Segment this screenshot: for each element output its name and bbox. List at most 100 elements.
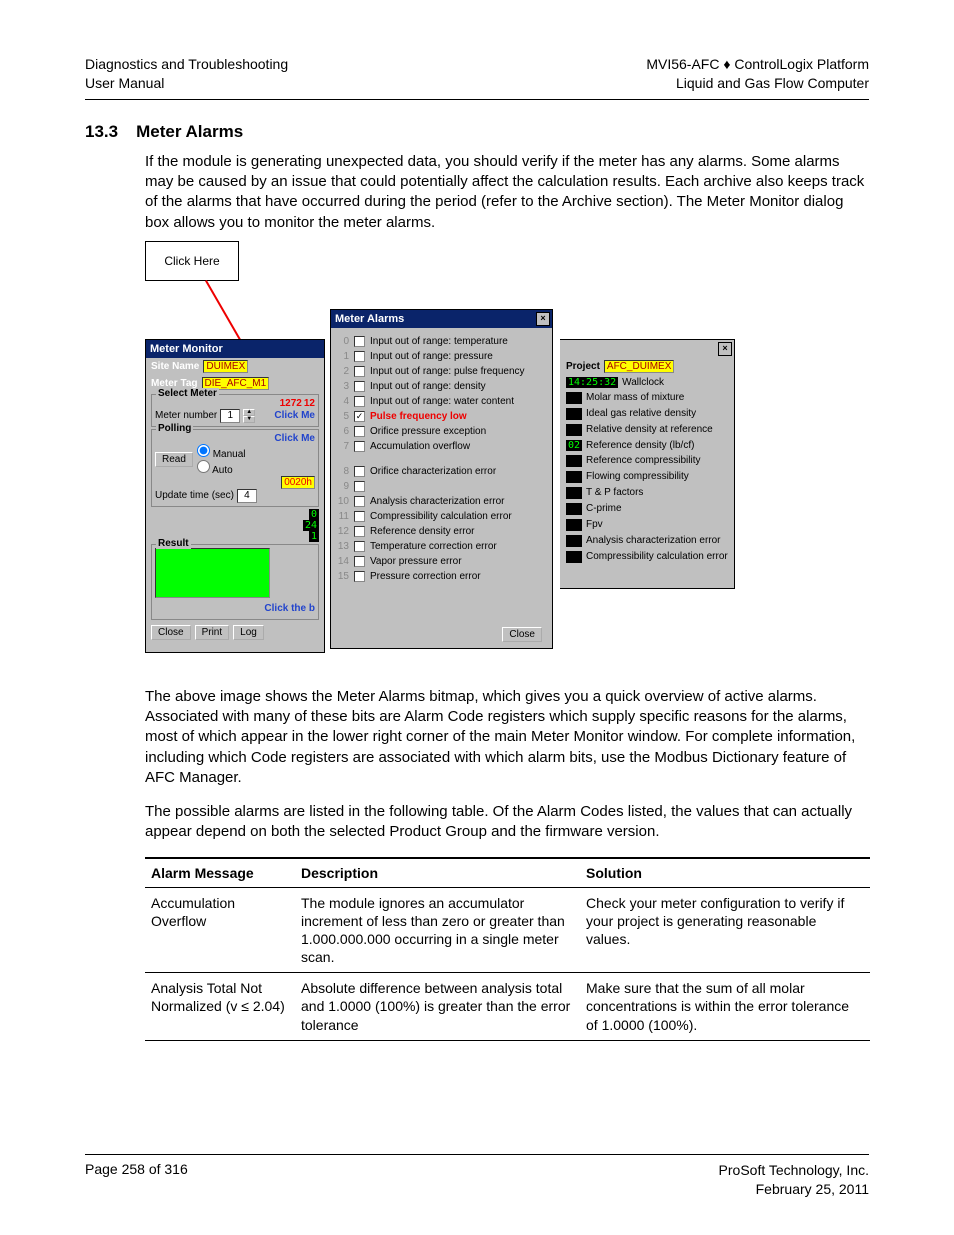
site-name-label: Site Name (151, 361, 199, 372)
project-label: Project (566, 361, 600, 372)
alarm-checkbox[interactable] (354, 481, 365, 492)
alarm-row-2: 2 Input out of range: pulse frequency (337, 364, 546, 379)
alarm-row-10: 10 Analysis characterization error (337, 494, 546, 509)
alarm-row-4: 4 Input out of range: water content (337, 394, 546, 409)
page-header: Diagnostics and Troubleshooting User Man… (85, 55, 869, 100)
alarm-checkbox[interactable] (354, 541, 365, 552)
section-number: 13.3 (85, 122, 118, 142)
alarm-text: Temperature correction error (370, 541, 546, 552)
click-me-1[interactable]: Click Me (274, 410, 315, 421)
cell-msg: Accumulation Overflow (145, 887, 295, 973)
auto-radio[interactable] (197, 460, 210, 473)
alarm-row-6: 6 Orifice pressure exception (337, 424, 546, 439)
black-box-icon (566, 503, 582, 515)
reg-12: 12 (304, 398, 315, 409)
mm-close-button[interactable]: Close (151, 625, 191, 640)
meter-number-input[interactable]: 1 (220, 409, 240, 423)
alarm-row-15: 15 Pressure correction error (337, 569, 546, 584)
alarm-text: Vapor pressure error (370, 556, 546, 567)
proj-item: Reference compressibility (560, 453, 734, 469)
black-box-icon (566, 424, 582, 436)
hex-0020: 0020h (281, 476, 315, 489)
click-me-2[interactable]: Click Me (274, 433, 315, 444)
table-row: Accumulation Overflow The module ignores… (145, 887, 870, 973)
alarm-checkbox[interactable] (354, 366, 365, 377)
project-value: AFC_DUIMEX (604, 360, 674, 373)
alarm-num: 15 (337, 571, 349, 582)
result-box (155, 548, 270, 598)
mm-print-button[interactable]: Print (195, 625, 230, 640)
proj-item: Fpv (560, 517, 734, 533)
alarm-checkbox[interactable] (354, 511, 365, 522)
alarm-table: Alarm Message Description Solution Accum… (145, 857, 870, 1041)
alarm-text: Input out of range: density (370, 381, 546, 392)
meter-monitor-title: Meter Monitor (150, 343, 223, 355)
cell-msg: Analysis Total Not Normalized (v ≤ 2.04) (145, 973, 295, 1041)
alarm-checkbox[interactable] (354, 426, 365, 437)
proj-item-label: T & P factors (586, 487, 643, 498)
alarm-checkbox[interactable] (354, 396, 365, 407)
alarm-checkbox[interactable] (354, 526, 365, 537)
alarm-list: 0 Input out of range: temperature 1 Inpu… (331, 328, 552, 590)
proj-item: Relative density at reference (560, 422, 734, 438)
hdr-right1: MVI56-AFC ♦ ControlLogix Platform (646, 55, 869, 74)
table-row: Analysis Total Not Normalized (v ≤ 2.04)… (145, 973, 870, 1041)
proj-item: Compressibility calculation error (560, 549, 734, 565)
alarm-num: 4 (337, 396, 349, 407)
alarms-close-button[interactable]: Close (502, 627, 542, 642)
cell-desc: The module ignores an accumulator increm… (295, 887, 580, 973)
section-heading: 13.3 Meter Alarms (85, 122, 869, 142)
result-legend: Result (156, 538, 191, 549)
alarm-text: Input out of range: pulse frequency (370, 366, 546, 377)
manual-radio[interactable] (197, 444, 210, 457)
alarm-text: Orifice pressure exception (370, 426, 546, 437)
alarm-num: 3 (337, 381, 349, 392)
alarm-checkbox[interactable] (354, 556, 365, 567)
meter-number-spinner[interactable]: ▲▼ (243, 409, 255, 423)
click-the-b[interactable]: Click the b (264, 603, 315, 614)
alarm-checkbox[interactable] (354, 571, 365, 582)
black-box-icon (566, 392, 582, 404)
green-02: 02 (566, 440, 582, 451)
callout-box: Click Here (145, 241, 239, 281)
alarm-checkbox[interactable] (354, 441, 365, 452)
alarm-checkbox[interactable] (354, 351, 365, 362)
proj-item: T & P factors (560, 485, 734, 501)
alarm-num: 7 (337, 441, 349, 452)
alarm-checkbox[interactable] (354, 381, 365, 392)
hdr-left2: User Manual (85, 74, 288, 93)
alarm-num: 12 (337, 526, 349, 537)
alarm-text: Accumulation overflow (370, 441, 546, 452)
proj-item-label: C-prime (586, 503, 622, 514)
alarm-num: 13 (337, 541, 349, 552)
hdr-right2: Liquid and Gas Flow Computer (646, 74, 869, 93)
wallclock-time: 14:25:32 (566, 377, 618, 388)
project-close-icon[interactable]: × (718, 342, 732, 356)
black-box-icon (566, 551, 582, 563)
proj-item-label: Molar mass of mixture (586, 392, 684, 403)
proj-item: C-prime (560, 501, 734, 517)
read-button[interactable]: Read (155, 452, 193, 467)
th-solution: Solution (580, 858, 870, 888)
alarm-num: 9 (337, 481, 349, 492)
mm-log-button[interactable]: Log (233, 625, 264, 640)
black-box-icon (566, 408, 582, 420)
alarms-close-icon[interactable]: × (536, 312, 550, 326)
alarm-text: Compressibility calculation error (370, 511, 546, 522)
meter-monitor-window: Meter Monitor Site Name DUIMEX Meter Tag… (145, 339, 325, 653)
alarm-text: Analysis characterization error (370, 496, 546, 507)
footer-page: Page 258 of 316 (85, 1161, 188, 1199)
alarm-checkbox[interactable] (354, 411, 365, 422)
update-time-input[interactable]: 4 (237, 489, 257, 503)
page-footer: Page 258 of 316 ProSoft Technology, Inc.… (85, 1154, 869, 1199)
alarm-checkbox[interactable] (354, 496, 365, 507)
manual-label: Manual (213, 449, 246, 460)
alarm-row-1: 1 Input out of range: pressure (337, 349, 546, 364)
alarm-checkbox[interactable] (354, 336, 365, 347)
alarm-num: 11 (337, 511, 349, 522)
auto-label: Auto (212, 465, 233, 476)
intro-paragraph: If the module is generating unexpected d… (145, 152, 869, 233)
alarm-row-11: 11 Compressibility calculation error (337, 509, 546, 524)
alarm-checkbox[interactable] (354, 466, 365, 477)
alarm-num: 5 (337, 411, 349, 422)
